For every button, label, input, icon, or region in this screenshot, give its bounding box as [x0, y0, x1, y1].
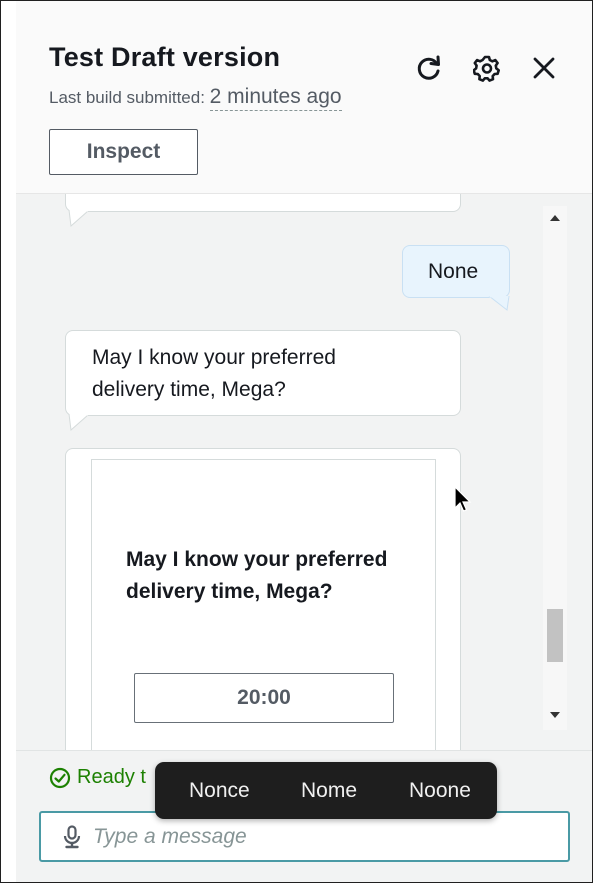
gear-icon[interactable]	[472, 53, 502, 83]
message-input[interactable]	[91, 823, 535, 850]
spelling-suggestions: Nonce Nome Noone	[155, 762, 497, 819]
bot-message-text: May I know your preferred delivery time,…	[92, 346, 336, 401]
bubble-tail	[488, 296, 510, 311]
build-time[interactable]: 2 minutes ago	[209, 85, 342, 111]
status-indicator: Ready t	[49, 766, 146, 789]
mouse-cursor-icon	[454, 486, 472, 512]
bot-message-bubble: May I know your preferred delivery time,…	[65, 330, 461, 416]
scroll-down-icon[interactable]	[550, 712, 560, 718]
user-message-text: None	[428, 260, 479, 283]
suggestion-item[interactable]: Noone	[409, 779, 471, 803]
suggestion-item[interactable]: Nome	[301, 779, 357, 803]
bubble-tail	[68, 210, 89, 228]
panel-header: Test Draft version Last build submitted:…	[16, 1, 592, 194]
status-text: Ready t	[77, 766, 146, 788]
suggestion-item[interactable]: Nonce	[189, 779, 250, 803]
close-icon[interactable]	[529, 53, 559, 83]
scroll-up-icon[interactable]	[550, 215, 560, 221]
page-title: Test Draft version	[49, 42, 281, 72]
chat-transcript: None May I know your preferred delivery …	[16, 194, 592, 750]
chat-scrollbar[interactable]	[543, 206, 567, 730]
refresh-icon[interactable]	[414, 53, 444, 83]
build-status-label: Last build submitted:	[49, 88, 210, 107]
response-card: May I know your preferred delivery time,…	[91, 459, 436, 750]
check-circle-icon	[49, 767, 71, 788]
user-message-bubble: None	[402, 245, 510, 298]
bubble-tail	[68, 414, 89, 432]
chat-test-panel: Test Draft version Last build submitted:…	[0, 0, 593, 883]
card-option-button[interactable]: 20:00	[134, 673, 394, 723]
bot-message-bubble	[65, 194, 461, 212]
build-status: Last build submitted: 2 minutes ago	[49, 85, 342, 111]
card-title: May I know your preferred delivery time,…	[126, 548, 388, 603]
scroll-thumb[interactable]	[547, 609, 563, 662]
inspect-button[interactable]: Inspect	[49, 129, 198, 175]
microphone-icon[interactable]	[63, 824, 81, 849]
